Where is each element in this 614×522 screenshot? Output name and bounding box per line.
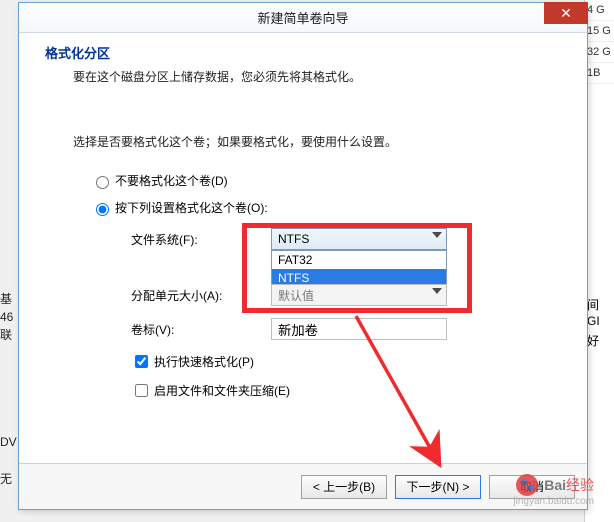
filesystem-dropdown: FAT32 NTFS xyxy=(271,250,447,288)
radio-no-format-label: 不要格式化这个卷(D) xyxy=(115,172,228,189)
quick-format-check[interactable]: 执行快速格式化(P) xyxy=(131,352,561,371)
bg-row: 32 G xyxy=(585,42,614,63)
title-bar: 新建简单卷向导 ✕ xyxy=(19,3,587,33)
radio-no-format-input[interactable] xyxy=(96,176,109,189)
radio-format-input[interactable] xyxy=(96,203,109,216)
allocation-value: 默认值 xyxy=(278,287,314,304)
radio-format-label: 按下列设置格式化这个卷(O): xyxy=(115,199,268,216)
watermark-brand1: Bai xyxy=(544,477,566,493)
chevron-down-icon xyxy=(432,288,442,294)
watermark-brand2: 经验 xyxy=(566,477,594,493)
watermark: 🐾 Bai经验 jingyan.baidu.com xyxy=(516,474,594,496)
wizard-dialog: 新建简单卷向导 ✕ 格式化分区 要在这个磁盘分区上储存数据，您必须先将其格式化。… xyxy=(18,2,588,510)
radio-format[interactable]: 按下列设置格式化这个卷(O): xyxy=(91,199,561,216)
quick-format-checkbox[interactable] xyxy=(135,355,148,368)
section-heading: 格式化分区 xyxy=(45,43,561,62)
allocation-label: 分配单元大小(A): xyxy=(131,287,271,304)
background-right-panel: 4 G 15 G 32 G 1B 间 GI 好 xyxy=(584,0,614,522)
bg-text: DV xyxy=(0,435,17,449)
section-subheading: 要在这个磁盘分区上储存数据，您必须先将其格式化。 xyxy=(73,68,561,85)
compress-checkbox[interactable] xyxy=(135,384,148,397)
next-button-label: 下一步(N) > xyxy=(406,478,469,495)
watermark-brand: Bai经验 xyxy=(544,475,594,495)
compress-check[interactable]: 启用文件和文件夹压缩(E) xyxy=(131,381,561,400)
dialog-title: 新建简单卷向导 xyxy=(257,8,348,27)
back-button[interactable]: < 上一步(B) xyxy=(301,475,387,499)
bg-text: 无 xyxy=(0,470,12,487)
bg-row: 4 G xyxy=(585,0,614,21)
button-bar: < 上一步(B) 下一步(N) > 取消 xyxy=(19,463,587,509)
bg-row: 15 G xyxy=(585,21,614,42)
next-button[interactable]: 下一步(N) > xyxy=(395,475,481,499)
back-button-label: < 上一步(B) xyxy=(313,478,375,495)
filesystem-label: 文件系统(F): xyxy=(131,231,271,248)
paw-icon: 🐾 xyxy=(516,474,538,496)
background-left-text: 基 46 联 xyxy=(0,290,18,344)
compress-label: 启用文件和文件夹压缩(E) xyxy=(154,382,290,399)
bg-text: 好 xyxy=(587,332,599,349)
bg-row: 1B xyxy=(585,63,614,84)
filesystem-value: NTFS xyxy=(278,232,309,246)
radio-no-format[interactable]: 不要格式化这个卷(D) xyxy=(91,172,561,189)
chevron-down-icon xyxy=(432,232,442,238)
volume-label-label: 卷标(V): xyxy=(131,321,271,338)
allocation-combobox[interactable]: 默认值 xyxy=(271,284,447,306)
volume-label-input[interactable] xyxy=(271,318,447,340)
bg-text: 间 xyxy=(587,296,599,313)
quick-format-label: 执行快速格式化(P) xyxy=(154,353,254,370)
watermark-sub: jingyan.baidu.com xyxy=(513,496,594,507)
filesystem-option-fat32[interactable]: FAT32 xyxy=(272,251,446,269)
close-icon: ✕ xyxy=(560,6,572,20)
close-button[interactable]: ✕ xyxy=(544,2,588,24)
bg-text: GI xyxy=(587,314,600,328)
filesystem-combobox[interactable]: NTFS FAT32 NTFS xyxy=(271,228,447,250)
prompt-text: 选择是否要格式化这个卷；如果要格式化，要使用什么设置。 xyxy=(73,133,561,150)
